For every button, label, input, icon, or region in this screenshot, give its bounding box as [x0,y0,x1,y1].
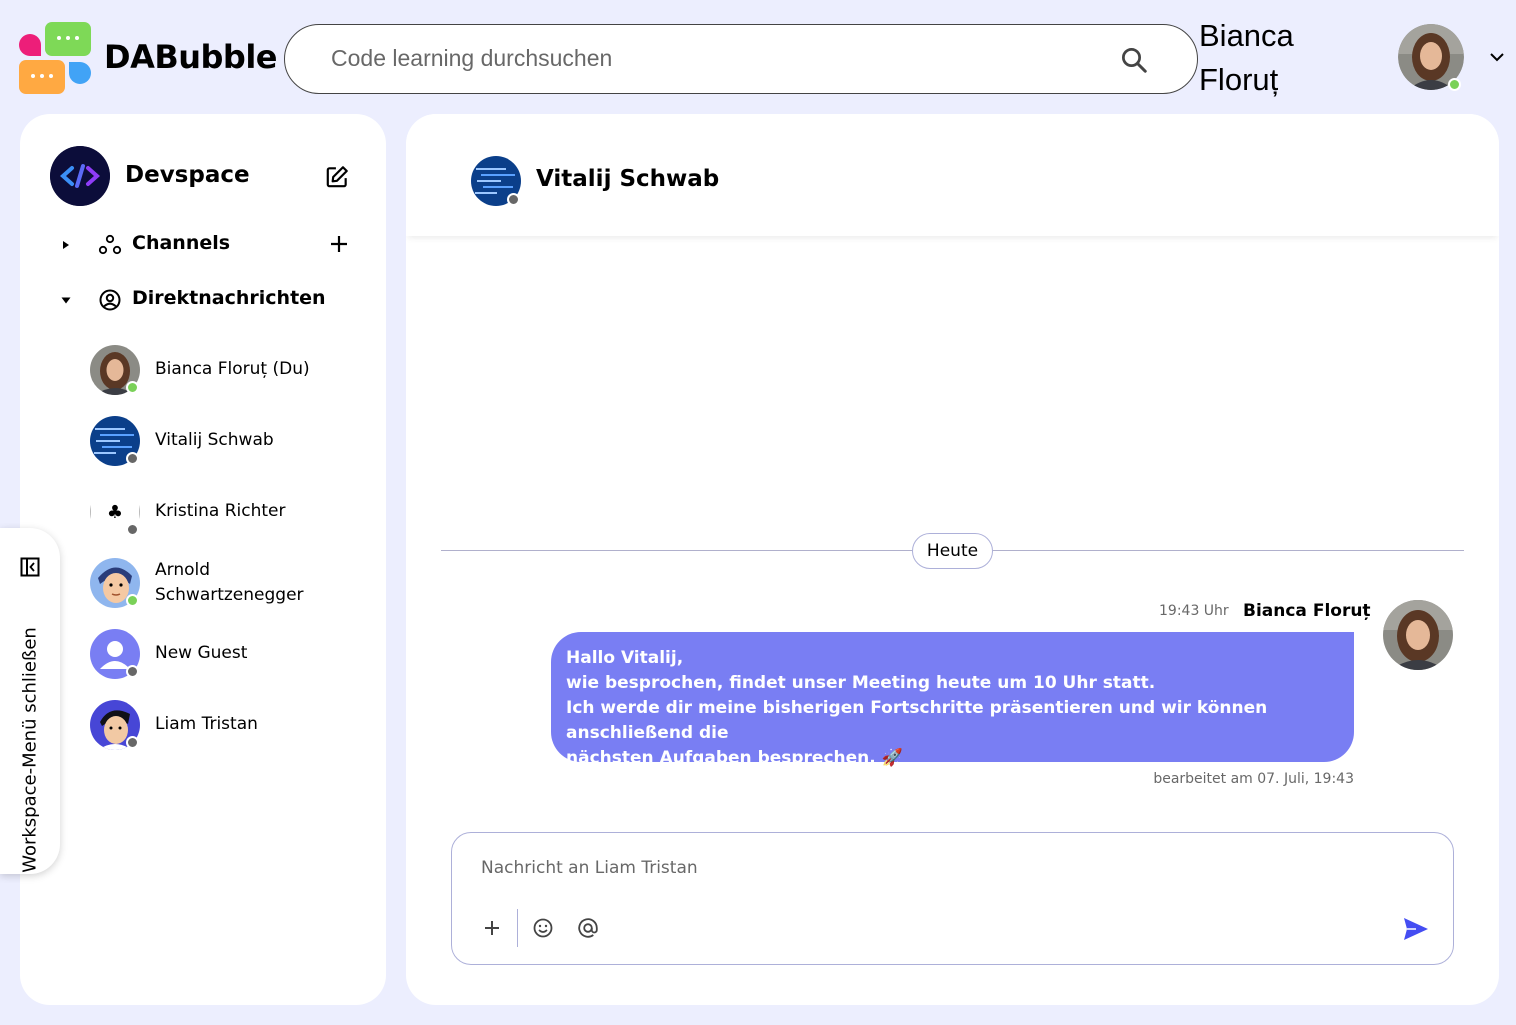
caret-right-icon[interactable] [60,239,72,251]
plus-icon[interactable] [328,233,350,255]
search-icon[interactable] [1119,45,1149,75]
dm-item-new-guest[interactable]: New Guest [90,629,370,683]
dm-name: New Guest [155,643,248,663]
smiley-icon[interactable] [530,915,556,941]
message-composer[interactable]: Nachricht an Liam Tristan [451,832,1454,965]
search-input[interactable]: Code learning durchsuchen [331,45,612,72]
chevron-down-icon[interactable] [1488,50,1506,64]
direct-messages-label: Direktnachrichten [132,287,326,309]
message-edited-note: bearbeitet am 07. Juli, 19:43 [1153,771,1354,787]
message-line: Ich werde dir meine bisherigen Fortschri… [566,698,1268,743]
channels-label: Channels [132,232,231,254]
logo-shape-blue [69,62,91,84]
direct-messages-section-header[interactable]: Direktnachrichten [60,285,360,315]
dm-name: Liam Tristan [155,714,258,734]
status-offline [126,452,139,465]
logo-shape-pink [19,34,41,56]
dm-item-arnold[interactable]: Arnold Schwartzenegger [90,558,370,612]
workspace-menu-toggle[interactable]: Workspace-Menü schließen [0,528,60,874]
workspace-sidebar: Devspace Channels Direktnachrichten Bian… [20,114,386,1005]
chat-header: Vitalij Schwab [406,114,1499,236]
dm-name: Bianca Floruț (Du) [155,359,310,379]
search-bar[interactable]: Code learning durchsuchen [284,24,1198,94]
status-offline [126,736,139,749]
status-offline [126,523,139,536]
account-circle-icon [99,289,121,311]
workspace-logo [50,146,110,206]
brand-name: DABubble [104,38,277,76]
dm-name: Arnold Schwartzenegger [155,560,304,605]
dm-name: Vitalij Schwab [155,430,274,450]
sidebar-collapse-icon[interactable] [20,557,40,577]
channels-icon [98,234,122,255]
status-online [126,381,139,394]
caret-down-icon[interactable] [60,294,72,306]
app-logo[interactable] [19,22,92,95]
dm-item-liam[interactable]: Liam Tristan [90,700,370,754]
message-time: 19:43 Uhr [1159,603,1229,619]
status-offline [126,665,139,678]
chat-partner-name[interactable]: Vitalij Schwab [536,166,719,192]
current-user-name[interactable]: Bianca Floruț [1199,14,1294,102]
chat-panel: Vitalij Schwab Heute 19:43 Uhr Bianca Fl… [406,114,1499,1005]
toolbar-separator [517,909,518,947]
send-icon[interactable] [1402,916,1430,942]
chat-partner-status-offline [507,193,520,206]
message-bubble[interactable]: Hallo Vitalij, wie besprochen, findet un… [551,632,1354,768]
message-author-avatar[interactable] [1383,600,1453,670]
edit-icon[interactable] [324,164,350,190]
message-line: Hallo Vitalij, [566,648,684,668]
message-line: wie besprochen, findet unser Meeting heu… [566,673,1156,693]
dm-item-bianca[interactable]: Bianca Floruț (Du) [90,345,370,399]
channels-section-header[interactable]: Channels [60,230,360,260]
dm-item-kristina[interactable]: ♣ Kristina Richter [90,487,370,541]
plus-icon[interactable] [479,915,505,941]
logo-shape-orange [19,60,65,94]
dm-item-vitalij[interactable]: Vitalij Schwab [90,416,370,470]
dm-name: Kristina Richter [155,501,286,521]
status-online [126,594,139,607]
message-line: nächsten Aufgaben besprechen. 🚀 [566,748,903,768]
at-icon[interactable] [575,915,601,941]
logo-shape-green [45,22,91,56]
current-user-status-online [1448,78,1461,91]
workspace-title: Devspace [125,162,250,188]
app-header: DABubble Code learning durchsuchen Bianc… [0,0,1516,112]
message-input[interactable]: Nachricht an Liam Tristan [481,858,698,878]
message-author[interactable]: Bianca Floruț [1243,601,1371,621]
date-badge: Heute [912,533,993,569]
svg-text:♣: ♣ [107,502,123,523]
workspace-menu-toggle-label: Workspace-Menü schließen [19,627,41,873]
